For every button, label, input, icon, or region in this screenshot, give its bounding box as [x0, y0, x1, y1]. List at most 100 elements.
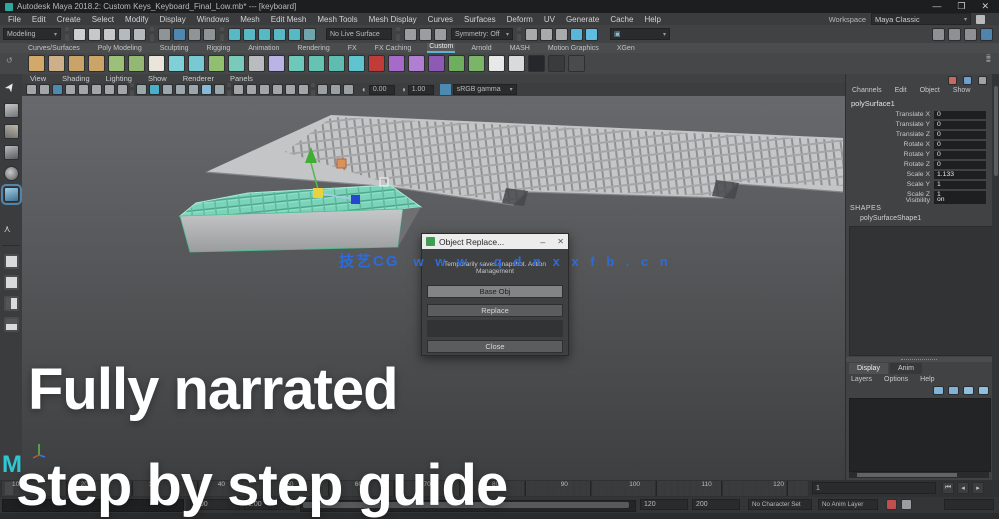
menu-curves[interactable]: Curves [428, 15, 453, 24]
translate-x-field[interactable]: 0 [934, 111, 986, 119]
shelf-bevel-icon[interactable] [248, 55, 265, 72]
workspace-dropdown[interactable]: Maya Classic▾ [871, 13, 971, 25]
shelf-curve-icon[interactable] [208, 55, 225, 72]
symmetry-dropdown[interactable]: Symmetry: Off▾ [451, 28, 513, 40]
new-empty-layer-icon[interactable] [933, 386, 944, 395]
new-anim-layer-selected-icon[interactable] [978, 386, 989, 395]
sidebar-scroll-strip[interactable] [992, 74, 999, 480]
panel-menu-panels[interactable]: Panels [230, 74, 253, 83]
panel-menu-view[interactable]: View [30, 74, 46, 83]
menu-file[interactable]: File [8, 15, 21, 24]
render-settings-icon[interactable] [555, 28, 568, 41]
gamma-icon[interactable]: ◑ [401, 85, 406, 94]
shelf-tab-motion-graphics[interactable]: Motion Graphics [546, 45, 601, 53]
playback-speed-field[interactable] [944, 499, 994, 510]
snap-curve-icon[interactable] [243, 28, 256, 41]
shelf-tab-rendering[interactable]: Rendering [295, 45, 331, 53]
status-divider[interactable] [517, 27, 521, 41]
attribute-editor-icon[interactable] [964, 28, 977, 41]
shelf-torus-icon[interactable] [88, 55, 105, 72]
anim-prefs-icon[interactable] [901, 499, 912, 510]
menu-surfaces[interactable]: Surfaces [464, 15, 496, 24]
gamma-field[interactable]: 1.00 [408, 85, 434, 95]
layout-single-pane-button[interactable] [4, 254, 19, 269]
base-obj-button[interactable]: Base Obj [427, 285, 563, 298]
shelf-tab-sculpting[interactable]: Sculpting [158, 45, 191, 53]
select-hierarchy-icon[interactable] [158, 28, 171, 41]
select-asset-icon[interactable] [203, 28, 216, 41]
cb-show-menu[interactable]: Show [953, 87, 971, 94]
exposure-icon[interactable]: ◐ [362, 85, 367, 94]
select-component-icon[interactable] [188, 28, 201, 41]
rotate-tool[interactable] [4, 166, 19, 181]
rotate-x-field[interactable]: 0 [934, 141, 986, 149]
shaded-icon[interactable] [201, 84, 212, 95]
shelf-mocap-icon[interactable] [548, 55, 565, 72]
new-scene-icon[interactable] [73, 28, 86, 41]
shelf-cone-icon[interactable] [568, 55, 585, 72]
step-back-button[interactable]: ◂ [957, 482, 969, 494]
close-button[interactable]: ✕ [981, 1, 989, 12]
undo-icon[interactable] [118, 28, 131, 41]
menu-mesh-display[interactable]: Mesh Display [369, 15, 417, 24]
menu-modify[interactable]: Modify [125, 15, 149, 24]
translate-y-field[interactable]: 0 [934, 121, 986, 129]
shelf-bridge-icon[interactable] [328, 55, 345, 72]
layers-menu[interactable]: Layers [851, 376, 872, 383]
snap-grid-icon[interactable] [228, 28, 241, 41]
menu-mesh[interactable]: Mesh [240, 15, 260, 24]
channel-settings-icon[interactable] [978, 76, 987, 85]
textured-icon[interactable] [214, 84, 225, 95]
shelf-terrain-icon[interactable] [448, 55, 465, 72]
scale-x-field[interactable]: 1.133 [934, 171, 986, 179]
shelf-disc-icon[interactable] [128, 55, 145, 72]
view-transform-dropdown[interactable]: sRGB gamma▾ [453, 84, 517, 95]
isolate-select-icon[interactable] [317, 84, 328, 95]
lasso-tool[interactable] [4, 103, 19, 118]
menu-uv[interactable]: UV [544, 15, 555, 24]
rotate-z-field[interactable]: 0 [934, 161, 986, 169]
anim-end-field[interactable]: 200 [692, 499, 740, 510]
shelf-scroll-icon[interactable]: ↺ [6, 56, 16, 70]
film-gate-icon[interactable] [104, 84, 115, 95]
close-dialog-button[interactable]: Close [427, 340, 563, 353]
shelf-tab-arnold[interactable]: Arnold [469, 45, 493, 53]
depth-of-field-icon[interactable] [298, 84, 309, 95]
shelf-cube-icon[interactable] [48, 55, 65, 72]
select-tool[interactable] [4, 82, 19, 97]
move-tool[interactable] [4, 145, 19, 160]
object-name[interactable]: polySurface1 [851, 99, 895, 108]
go-to-start-button[interactable]: ⏮ [942, 482, 954, 494]
shelf-page-icon[interactable] [508, 55, 525, 72]
shelf-op-script-icon[interactable] [528, 55, 545, 72]
dialog-title-bar[interactable]: Object Replace... – ✕ [422, 234, 568, 249]
shelf-tab-curves-surfaces[interactable]: Curves/Surfaces [26, 45, 82, 53]
shelf-texture-icon[interactable] [408, 55, 425, 72]
translate-z-field[interactable]: 0 [934, 131, 986, 139]
menu-mesh-tools[interactable]: Mesh Tools [317, 15, 357, 24]
view-grid-icon[interactable] [91, 84, 102, 95]
menu-edit[interactable]: Edit [32, 15, 46, 24]
hypershade-icon[interactable] [948, 28, 961, 41]
shelf-tab-xgen[interactable]: XGen [615, 45, 637, 53]
menu-windows[interactable]: Windows [197, 15, 229, 24]
shelf-tab-poly-modeling[interactable]: Poly Modeling [96, 45, 144, 53]
xray-icon[interactable] [330, 84, 341, 95]
shelf-plane-icon[interactable] [108, 55, 125, 72]
channel-hyperbolic-icon[interactable] [963, 76, 972, 85]
tab-anim[interactable]: Anim [890, 363, 922, 374]
current-frame-field[interactable]: 1 [812, 482, 936, 494]
menu-select[interactable]: Select [92, 15, 114, 24]
menu-edit-mesh[interactable]: Edit Mesh [271, 15, 307, 24]
shelf-combine-icon[interactable] [188, 55, 205, 72]
minimize-button[interactable]: — [932, 1, 941, 12]
anim-layer-dropdown[interactable]: No Anim Layer [818, 499, 878, 510]
shape-name[interactable]: polySurfaceShape1 [860, 215, 921, 222]
play-forward-button[interactable]: ▸ [972, 482, 984, 494]
shelf-tab-rigging[interactable]: Rigging [205, 45, 233, 53]
last-tool-icon[interactable]: ⋏ [4, 224, 19, 239]
render-view-icon[interactable] [570, 28, 583, 41]
render-frame-icon[interactable] [525, 28, 538, 41]
shelf-tab-animation[interactable]: Animation [246, 45, 281, 53]
image-plane-icon[interactable] [78, 84, 89, 95]
